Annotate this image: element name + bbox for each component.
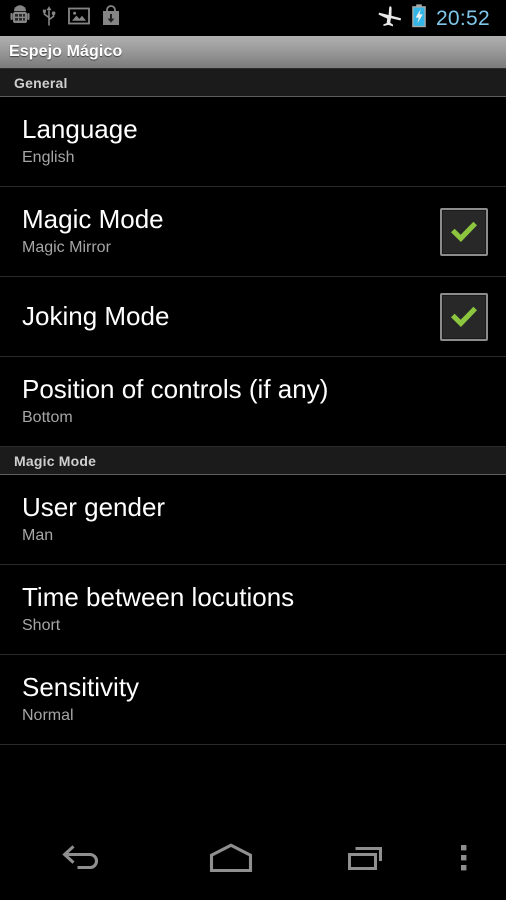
setting-title: Position of controls (if any) xyxy=(22,374,329,405)
setting-title: Time between locutions xyxy=(22,582,295,613)
section-header-general: General xyxy=(0,69,506,97)
usb-icon xyxy=(41,5,57,32)
app-title: Espejo Mágico xyxy=(9,43,123,60)
navigation-bar xyxy=(0,816,506,900)
setting-subtitle: Man xyxy=(22,527,54,545)
setting-row-texts: Position of controls (if any) Bottom xyxy=(22,371,488,431)
setting-subtitle: Short xyxy=(22,617,61,635)
joking-mode-checkbox[interactable] xyxy=(440,292,488,341)
setting-subtitle: Bottom xyxy=(22,409,73,427)
setting-title: Magic Mode xyxy=(22,204,164,235)
setting-row-magic-mode[interactable]: Magic Mode Magic Mirror xyxy=(0,187,506,277)
setting-row-time-between-locutions[interactable]: Time between locutions Short xyxy=(0,565,506,655)
checkmark-icon xyxy=(448,304,480,330)
settings-list[interactable]: General Language English Magic Mode Magi… xyxy=(0,69,506,781)
section-header-magic-mode: Magic Mode xyxy=(0,447,506,475)
setting-subtitle: Normal xyxy=(22,707,74,725)
setting-row-texts: Language English xyxy=(22,111,488,171)
setting-row-texts: User gender Man xyxy=(22,489,488,549)
setting-row-texts: Time between locutions Short xyxy=(22,579,488,639)
home-icon xyxy=(207,841,255,875)
status-bar: 20:52 xyxy=(0,0,506,36)
setting-title: Sensitivity xyxy=(22,672,140,703)
overflow-dots-icon xyxy=(460,843,468,873)
back-arrow-icon xyxy=(59,841,105,875)
phone-screen: 20:52 Espejo Mágico General Language Eng… xyxy=(0,0,506,900)
setting-row-texts: Joking Mode xyxy=(22,298,440,335)
android-debug-icon xyxy=(10,4,30,32)
setting-row-user-gender[interactable]: User gender Man xyxy=(0,475,506,565)
app-title-bar: Espejo Mágico xyxy=(0,36,506,69)
battery-charging-icon xyxy=(411,3,427,33)
empty-area xyxy=(0,780,506,816)
setting-subtitle: English xyxy=(22,149,75,167)
download-icon xyxy=(101,4,121,32)
checkmark-icon xyxy=(448,219,480,245)
setting-row-texts: Magic Mode Magic Mirror xyxy=(22,201,440,261)
back-button[interactable] xyxy=(0,816,163,900)
status-bar-clock: 20:52 xyxy=(435,6,490,30)
setting-title: User gender xyxy=(22,492,166,523)
status-bar-left-icons xyxy=(10,4,121,32)
setting-row-language[interactable]: Language English xyxy=(0,97,506,187)
setting-row-sensitivity[interactable]: Sensitivity Normal xyxy=(0,655,506,745)
setting-subtitle: Magic Mirror xyxy=(22,239,111,257)
overflow-menu-button[interactable] xyxy=(436,816,492,900)
magic-mode-checkbox[interactable] xyxy=(440,207,488,256)
setting-title: Joking Mode xyxy=(22,300,170,331)
home-button[interactable] xyxy=(163,816,299,900)
status-bar-right-icons: 20:52 xyxy=(378,3,498,33)
setting-title: Language xyxy=(22,114,138,145)
setting-row-joking-mode[interactable]: Joking Mode xyxy=(0,277,506,357)
setting-row-position-of-controls[interactable]: Position of controls (if any) Bottom xyxy=(0,357,506,447)
airplane-mode-icon xyxy=(378,5,402,32)
image-icon xyxy=(68,6,90,31)
setting-row-texts: Sensitivity Normal xyxy=(22,669,488,729)
recents-button[interactable] xyxy=(299,816,435,900)
recents-icon xyxy=(345,841,391,875)
